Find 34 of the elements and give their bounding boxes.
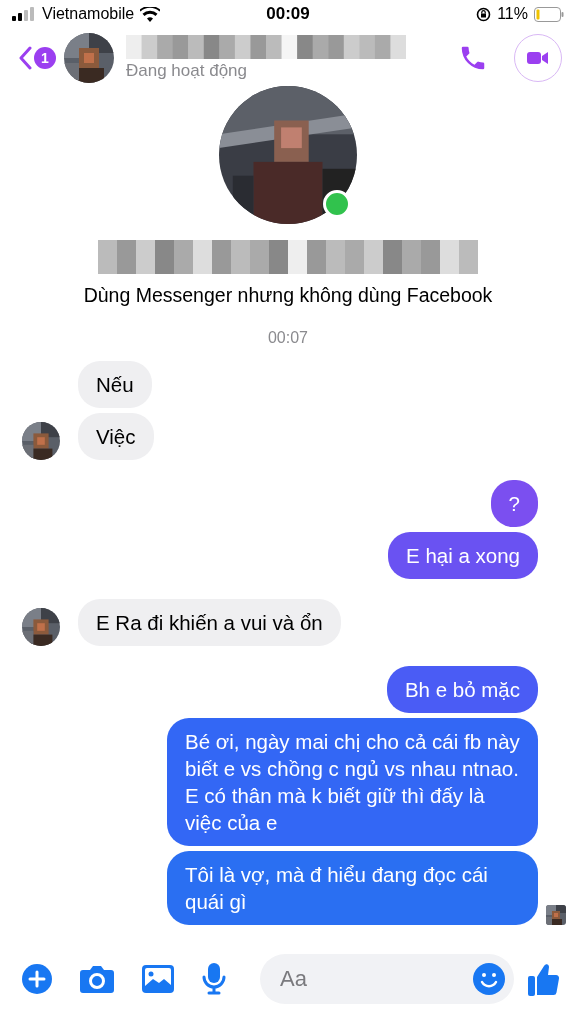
message-bubble: E Ra đi khiến a vui và ổn	[78, 599, 341, 646]
microphone-button[interactable]	[202, 963, 226, 995]
smiley-icon	[473, 963, 505, 995]
clock-time: 00:09	[266, 4, 310, 24]
battery-percent: 11%	[497, 5, 528, 23]
gallery-button[interactable]	[142, 965, 174, 993]
microphone-icon	[202, 963, 226, 995]
message-field[interactable]: Aa	[260, 954, 514, 1004]
rotation-lock-icon	[476, 6, 492, 22]
message-bubble: Nếu	[78, 361, 152, 408]
message-bubble: Tôi là vợ, mà đ hiểu đang đọc cái quái gì	[167, 851, 538, 925]
message-bubble: E hại a xong	[388, 532, 538, 579]
image-icon	[142, 965, 174, 993]
camera-icon	[80, 965, 114, 993]
message-bubble: Bh e bỏ mặc	[386, 666, 538, 713]
battery-icon	[534, 6, 564, 22]
video-camera-icon	[527, 50, 549, 66]
thumbs-up-icon	[528, 962, 560, 996]
message-bubble: ?	[490, 480, 538, 527]
back-button[interactable]: 1	[18, 46, 56, 70]
profile-subtitle: Dùng Messenger nhưng không dùng Facebook	[83, 284, 493, 307]
message-bubble: Bé ơi, ngày mai chị cho cả cái fb này biết e vs chồng c ngủ vs nhau ntnao. E có thân mà k biết giữ thì đấy là việc của e	[167, 718, 538, 846]
message-bubble: Việc	[78, 413, 154, 460]
like-button[interactable]	[528, 962, 560, 996]
active-status: Đang hoạt động	[126, 61, 248, 81]
back-chevron-icon	[18, 46, 32, 70]
wifi-icon	[140, 6, 161, 22]
add-button[interactable]	[22, 964, 52, 994]
camera-button[interactable]	[80, 965, 114, 993]
message-timestamp: 00:07	[266, 329, 309, 347]
unread-badge: 1	[34, 47, 56, 69]
carrier-name: Vietnamobile	[42, 5, 135, 23]
signal-icon	[12, 7, 36, 21]
plus-icon	[22, 964, 52, 994]
